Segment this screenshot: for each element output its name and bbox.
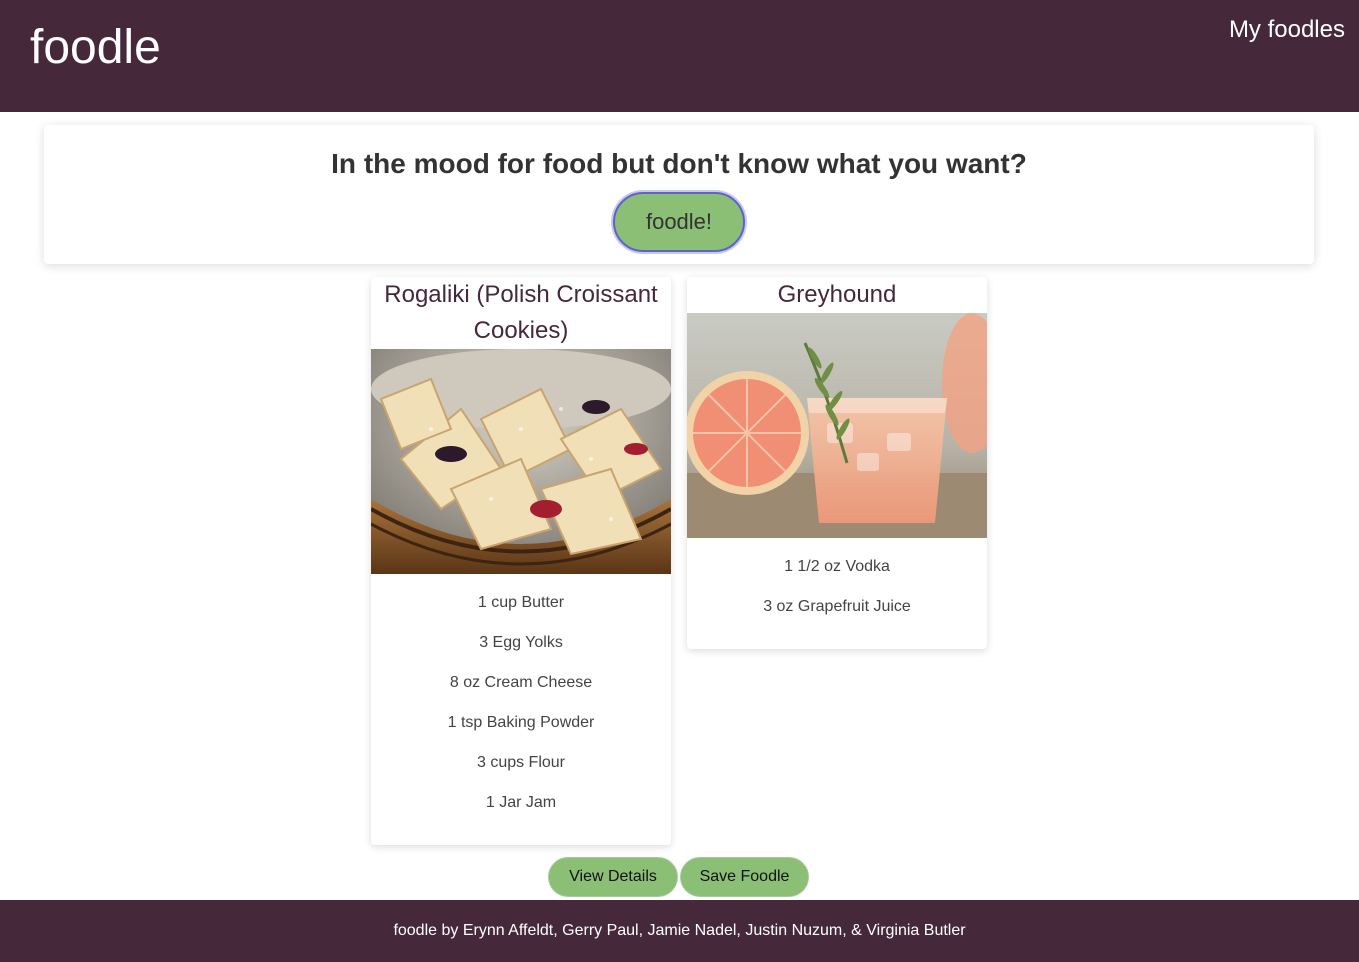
cocktail-photo [687, 313, 987, 538]
brand-logo[interactable]: foodle [30, 20, 161, 76]
my-foodles-link[interactable]: My foodles [1229, 16, 1345, 44]
recipe-title: Greyhound [777, 281, 897, 308]
pastry-photo [371, 349, 671, 574]
ingredient-item: 1 cup Butter [477, 594, 565, 611]
ingredient-item: 3 cups Flour [476, 754, 566, 771]
ingredient-item: 1 Jar Jam [485, 794, 557, 811]
ingredient-item: 3 Egg Yolks [479, 634, 563, 651]
ingredient-list: 1 cup Butter 3 Egg Yolks 8 oz Cream Chee… [371, 574, 671, 814]
top-navbar: foodle My foodles [0, 0, 1359, 112]
ingredient-item: 3 oz Grapefruit Juice [763, 598, 911, 615]
recipe-title: Rogaliki (Polish Croissant Cookies) [384, 281, 658, 344]
hero-heading: In the mood for food but don't know what… [331, 148, 1027, 179]
ingredient-item: 1 tsp Baking Powder [447, 714, 595, 731]
save-foodle-button[interactable]: Save Foodle [680, 857, 809, 897]
footer-credits: foodle by Erynn Affeldt, Gerry Paul, Jam… [393, 922, 966, 939]
foodle-button[interactable]: foodle! [613, 192, 745, 252]
ingredient-item: 8 oz Cream Cheese [449, 674, 593, 691]
ingredient-item: 1 1/2 oz Vodka [784, 558, 890, 575]
view-details-button[interactable]: View Details [548, 857, 678, 897]
hero-card: In the mood for food but don't know what… [44, 125, 1314, 264]
recipe-card-rogaliki: Rogaliki (Polish Croissant Cookies) 1 cu… [371, 277, 671, 845]
recipe-card-greyhound: Greyhound 1 1/2 oz Vodka 3 oz Grapefruit… [687, 277, 987, 649]
ingredient-list: 1 1/2 oz Vodka 3 oz Grapefruit Juice [687, 538, 987, 618]
footer: foodle by Erynn Affeldt, Gerry Paul, Jam… [0, 900, 1359, 962]
